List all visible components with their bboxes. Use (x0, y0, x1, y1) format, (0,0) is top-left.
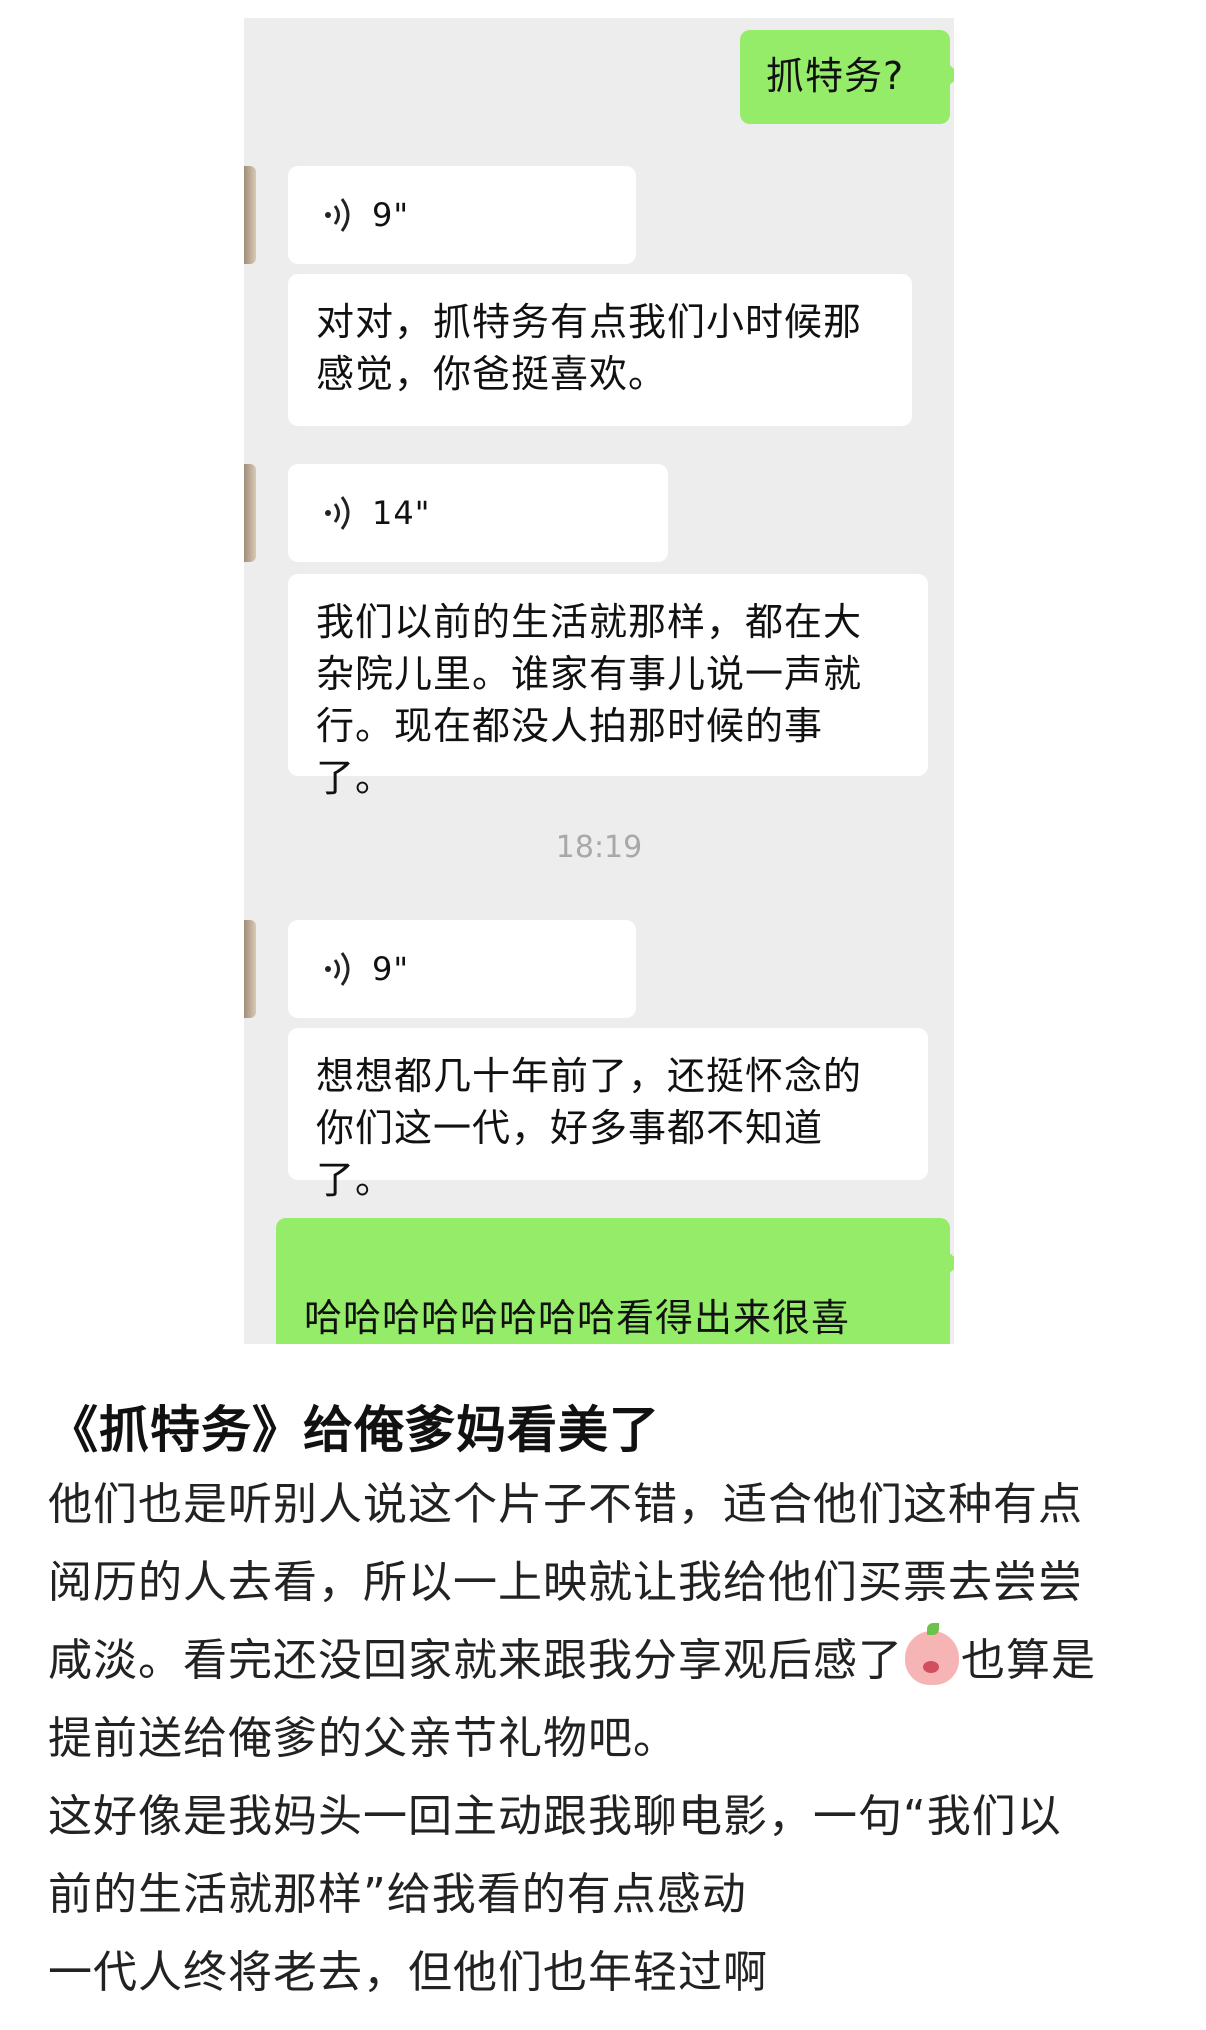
voice-duration: 14" (372, 494, 431, 532)
post-title: 《抓特务》给俺爹妈看美了 (48, 1401, 660, 1459)
post-line: 一代人终将老去，但他们也年轻过啊 (48, 1947, 768, 1998)
post-line: 前的生活就那样”给我看的有点感动 (48, 1869, 747, 1920)
post-line: 咸淡。看完还没回家就来跟我分享观后感了 也算是 (48, 1622, 1168, 1700)
avatar[interactable] (244, 166, 256, 264)
message-text: 哈哈哈哈哈哈哈哈看得出来很喜 欢了 (276, 1218, 950, 1344)
post-line: 阅历的人去看，所以一上映就让我给他们买票去尝尝 (48, 1557, 1083, 1608)
peach-emoji-icon (905, 1623, 959, 1685)
voice-wave-icon (325, 496, 350, 530)
voice-duration: 9" (372, 950, 410, 988)
voice-message-1[interactable]: 9" (288, 166, 636, 264)
voice-duration: 9" (372, 196, 410, 234)
voice-message-2[interactable]: 14" (288, 464, 668, 562)
outgoing-message-2[interactable]: 哈哈哈哈哈哈哈哈看得出来很喜 欢了 (276, 1218, 954, 1344)
post-body: 他们也是听别人说这个片子不错，适合他们这种有点 阅历的人去看，所以一上映就让我给… (48, 1466, 1168, 2012)
message-line: 哈哈哈哈哈哈哈哈看得出来很喜 (304, 1296, 851, 1340)
voice-wave-icon (325, 198, 350, 232)
message-text: 抓特务? (766, 54, 905, 98)
post-line: 这好像是我妈头一回主动跟我聊电影，一句“我们以 (48, 1791, 1062, 1842)
message-text: 对对，抓特务有点我们小时候那 感觉，你爸挺喜欢。 (316, 300, 863, 396)
avatar[interactable] (244, 464, 256, 562)
post-line: 他们也是听别人说这个片子不错，适合他们这种有点 (48, 1479, 1083, 1530)
avatar[interactable] (244, 920, 256, 1018)
incoming-message-2[interactable]: 我们以前的生活就那样，都在大 杂院儿里。谁家有事儿说一声就 行。现在都没人拍那时… (288, 574, 928, 800)
voice-message-3[interactable]: 9" (288, 920, 636, 1018)
voice-wave-icon (325, 952, 350, 986)
chat-screenshot: 抓特务? 9" 对对，抓特务有点我们小时候那 感觉，你爸挺喜欢。 14" 我们以… (244, 18, 954, 1344)
message-text: 想想都几十年前了，还挺怀念的 你们这一代，好多事都不知道了。 (316, 1054, 863, 1202)
post-line: 提前送给俺爹的父亲节礼物吧。 (48, 1713, 678, 1764)
outgoing-message-1[interactable]: 抓特务? (740, 30, 954, 124)
timestamp-separator: 18:19 (555, 830, 643, 865)
incoming-message-1[interactable]: 对对，抓特务有点我们小时候那 感觉，你爸挺喜欢。 (288, 274, 912, 426)
incoming-message-3[interactable]: 想想都几十年前了，还挺怀念的 你们这一代，好多事都不知道了。 (288, 1028, 928, 1202)
message-text: 我们以前的生活就那样，都在大 杂院儿里。谁家有事儿说一声就 行。现在都没人拍那时… (316, 600, 863, 800)
